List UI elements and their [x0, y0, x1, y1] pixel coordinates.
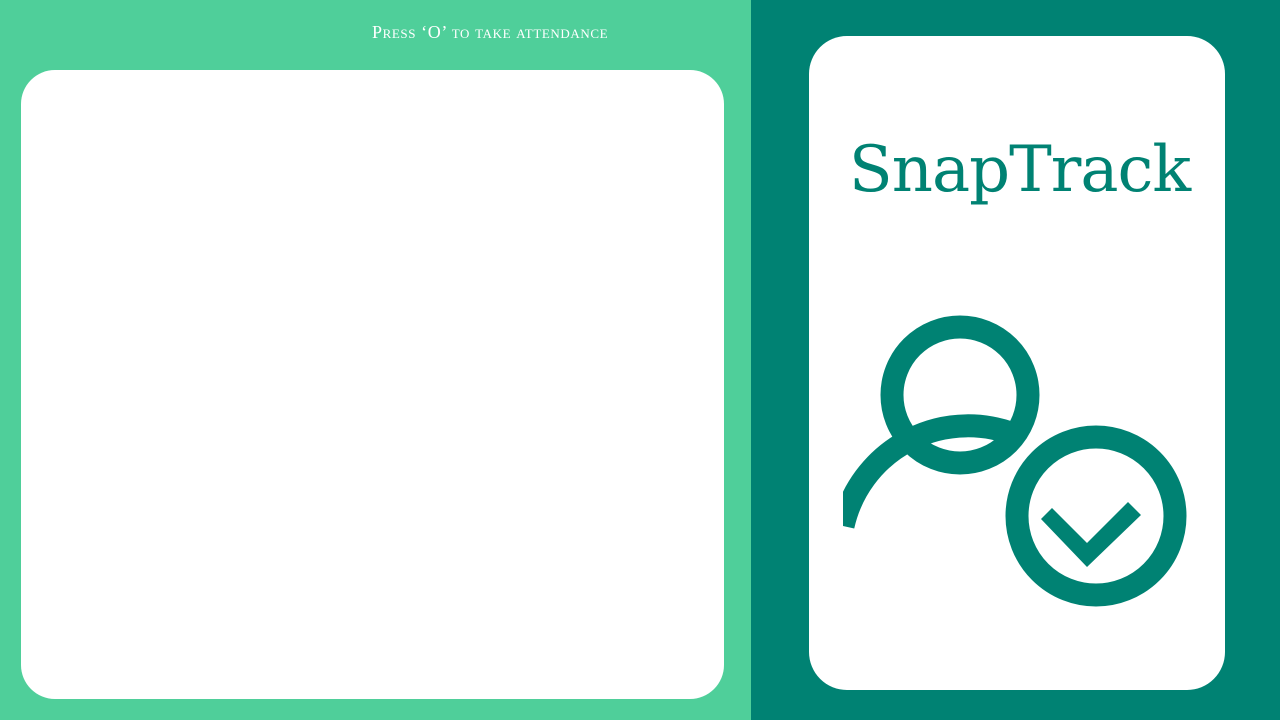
user-check-icon: [843, 315, 1187, 607]
camera-feed: [21, 70, 724, 699]
attendance-instruction: Press ‘O’ to take attendance: [372, 22, 609, 42]
brand-card: SnapTrack: [809, 36, 1225, 690]
brand-name: SnapTrack: [848, 133, 1191, 207]
branding-panel: SnapTrack: [751, 0, 1280, 720]
attendance-app: Press ‘O’ to take attendance SnapTrack: [0, 0, 1280, 720]
camera-panel: Press ‘O’ to take attendance: [0, 0, 751, 720]
